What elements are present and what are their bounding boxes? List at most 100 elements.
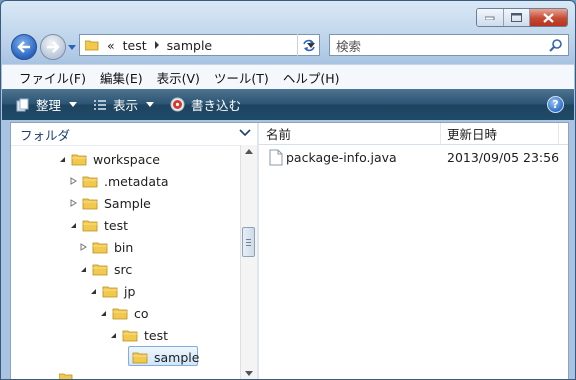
scroll-up-icon[interactable] [245, 149, 253, 154]
tree-item-test[interactable]: test [68, 214, 128, 236]
content-area: フォルダ workspace .metadata Sample test bin… [10, 122, 569, 379]
address-bar[interactable]: « test sample [79, 34, 320, 56]
chevron-down-icon [146, 102, 155, 107]
column-headers: 名前 更新日時 [259, 123, 568, 145]
maximize-button[interactable] [503, 9, 529, 26]
tree-label: src [114, 261, 133, 277]
tree-label: co [134, 305, 149, 321]
burn-label: 書き込む [191, 98, 242, 113]
expanded-triangle-icon[interactable] [98, 308, 108, 318]
tree-scrollbar[interactable] [240, 145, 257, 379]
tree-label: sample [154, 349, 200, 365]
tree-item-co[interactable]: co [98, 302, 149, 324]
folder-icon [92, 264, 108, 276]
collapsed-triangle-icon[interactable] [78, 242, 88, 252]
folder-icon [82, 198, 98, 210]
file-row[interactable]: package-info.java 2013/09/05 23:56 [259, 146, 568, 168]
expanded-triangle-icon[interactable] [108, 330, 118, 340]
search-icon[interactable] [549, 38, 563, 52]
tree-label: test [144, 327, 169, 343]
views-label: 表示 [113, 98, 139, 113]
folder-icon [112, 308, 128, 320]
tree-label: test [104, 217, 129, 233]
column-modified[interactable]: 更新日時 [441, 123, 559, 144]
breadcrumb-separator-icon[interactable] [154, 41, 159, 49]
folder-icon [102, 286, 118, 298]
tree-label: .metadata [104, 173, 169, 189]
file-list: 名前 更新日時 package-info.java 2013/09/05 23:… [259, 123, 568, 379]
views-button[interactable]: 表示 [85, 89, 162, 120]
breadcrumb-test[interactable]: test [123, 38, 147, 53]
collapsed-triangle-icon[interactable] [68, 176, 78, 186]
arrow-left-icon [17, 41, 30, 53]
file-icon [269, 149, 283, 166]
expanded-triangle-icon[interactable] [88, 286, 98, 296]
caption-buttons [476, 8, 568, 27]
back-button[interactable] [11, 34, 37, 60]
folder-icon [122, 330, 138, 342]
tree-item-src[interactable]: src [78, 258, 132, 280]
scroll-thumb[interactable] [242, 227, 255, 257]
file-name: package-info.java [286, 150, 397, 165]
tree-item-sample-project[interactable]: Sample [68, 192, 151, 214]
tree-label: workspace [93, 151, 160, 167]
tree-item-sample-selected[interactable]: sample [118, 346, 199, 368]
close-button[interactable] [529, 9, 567, 26]
forward-button[interactable] [40, 34, 66, 60]
tree-item-bin[interactable]: bin [78, 236, 133, 258]
chevron-down-icon[interactable] [239, 129, 251, 137]
navigation-pane: フォルダ workspace .metadata Sample test bin… [11, 123, 258, 379]
tree-label: jp [124, 283, 136, 299]
maximize-icon [511, 13, 522, 22]
tree-item-jp[interactable]: jp [88, 280, 135, 302]
burn-disc-icon [170, 97, 185, 112]
recent-pages-dropdown[interactable] [68, 43, 76, 51]
breadcrumb-sample[interactable]: sample [167, 38, 212, 53]
refresh-button[interactable] [297, 34, 320, 56]
explorer-window: « test sample 検索 ファイル(F) 編集(E) 表示(V) ツール… [0, 0, 576, 380]
organize-label: 整理 [36, 98, 62, 113]
chevron-down-icon [69, 102, 78, 107]
search-input[interactable]: 検索 [336, 36, 361, 55]
folder-icon [71, 154, 87, 166]
collapsed-triangle-icon[interactable] [68, 198, 78, 208]
arrow-right-icon [47, 41, 60, 53]
folder-icon [59, 373, 73, 379]
search-box[interactable]: 検索 [329, 34, 569, 56]
tree-label: Sample [104, 195, 151, 211]
file-modified: 2013/09/05 23:56 [447, 150, 560, 165]
folders-header[interactable]: フォルダ [11, 123, 258, 146]
expanded-triangle-icon[interactable] [57, 154, 67, 164]
burn-button[interactable]: 書き込む [162, 89, 249, 120]
folder-icon [82, 220, 98, 232]
menu-edit[interactable]: 編集(E) [93, 68, 150, 87]
organize-button[interactable]: 整理 [2, 89, 85, 120]
folders-header-label: フォルダ [20, 127, 71, 143]
breadcrumb-overflow[interactable]: « [107, 38, 115, 53]
menu-file[interactable]: ファイル(F) [12, 68, 93, 87]
folder-icon [82, 176, 98, 188]
menu-view[interactable]: 表示(V) [150, 68, 207, 87]
minimize-button[interactable] [477, 9, 503, 26]
folder-icon [92, 242, 108, 254]
menu-bar: ファイル(F) 編集(E) 表示(V) ツール(T) ヘルプ(H) [2, 64, 574, 89]
command-bar: 整理 表示 書き込む ? [2, 89, 574, 120]
minimize-icon [485, 16, 495, 20]
tree-item-workspace[interactable]: workspace [57, 148, 160, 170]
tree-item-test-package[interactable]: test [108, 324, 168, 346]
close-icon [543, 12, 554, 23]
menu-help[interactable]: ヘルプ(H) [276, 68, 347, 87]
help-button[interactable]: ? [547, 96, 564, 113]
open-folder-icon [132, 352, 148, 364]
folder-icon [85, 40, 99, 51]
menu-tools[interactable]: ツール(T) [207, 68, 276, 87]
scroll-down-icon[interactable] [245, 371, 253, 376]
column-name[interactable]: 名前 [259, 123, 441, 144]
tree-label: bin [114, 239, 134, 255]
tree-item-metadata[interactable]: .metadata [68, 170, 169, 192]
expanded-triangle-icon[interactable] [78, 264, 88, 274]
organize-icon [16, 98, 29, 111]
refresh-icon [303, 39, 315, 51]
expanded-triangle-icon[interactable] [68, 220, 78, 230]
